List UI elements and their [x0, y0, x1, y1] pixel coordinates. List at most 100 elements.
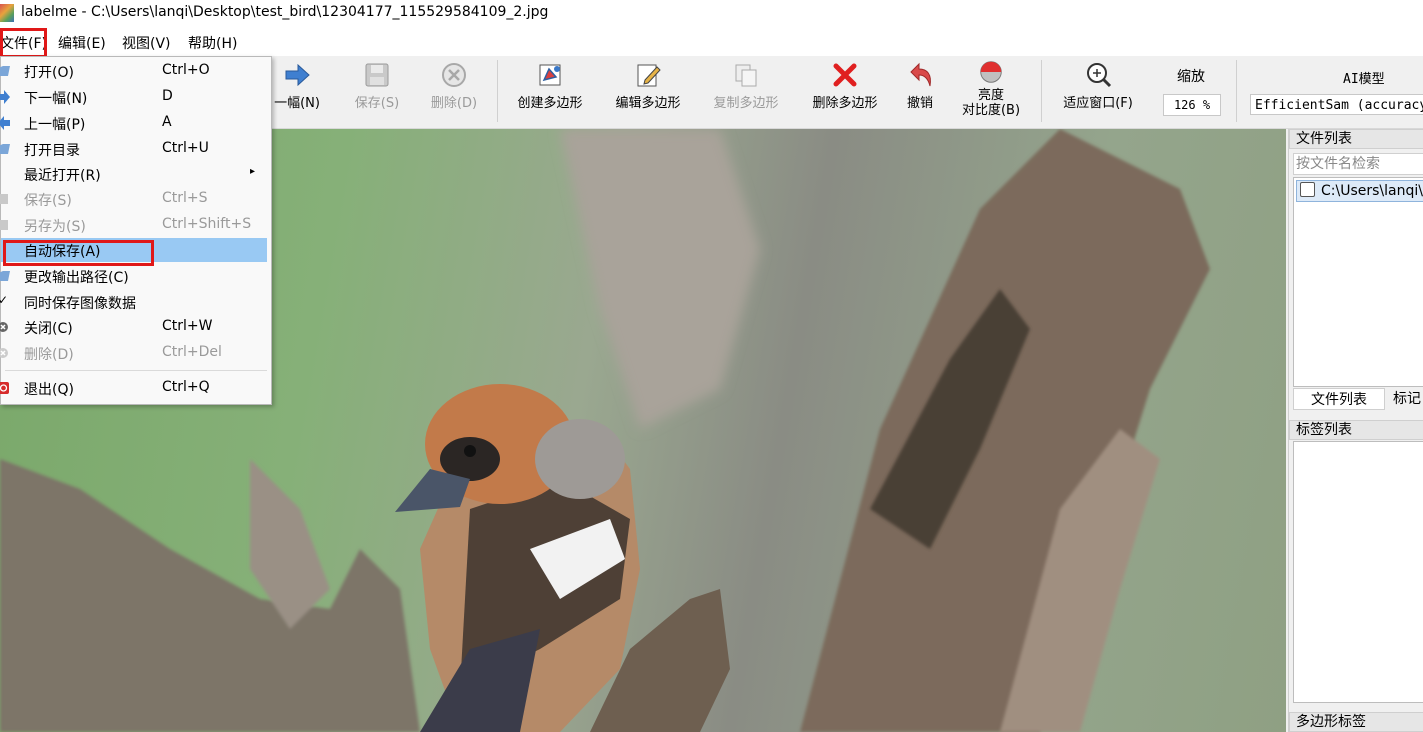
- menu-item-shortcut: Ctrl+Del: [162, 344, 222, 360]
- undo-label: 撤销: [906, 96, 933, 111]
- menu-item-label: 关闭(C): [24, 321, 73, 337]
- power-icon: [0, 382, 9, 394]
- toolbar-separator: [497, 60, 498, 122]
- zoom-fit-icon: [1087, 63, 1112, 88]
- fit-window-label: 适应窗口(F): [1063, 96, 1133, 111]
- menu-separator: [5, 370, 267, 371]
- copy-polygon-label: 复制多边形: [713, 96, 779, 111]
- save-button[interactable]: 保存(S): [347, 60, 407, 111]
- arrow-right-icon: [285, 63, 310, 87]
- menu-item-label: 删除(D): [24, 347, 74, 363]
- delete-circle-icon: [0, 348, 8, 358]
- menu-item-change-output[interactable]: 更改输出路径(C): [0, 264, 267, 288]
- right-dock-panel: 文件列表 按文件名检索 C:\Users\lanqi\ 文件列表 标记 标签列表…: [1288, 129, 1423, 732]
- menu-item-close[interactable]: 关闭(C) Ctrl+W: [0, 315, 267, 339]
- tab-file-list[interactable]: 文件列表: [1293, 388, 1385, 410]
- menu-item-label: 上一幅(P): [24, 117, 86, 133]
- toolbar-separator: [1236, 60, 1237, 122]
- copy-icon: [735, 64, 757, 87]
- open-dir-icon: [0, 144, 10, 154]
- zoom-input[interactable]: 126 %: [1163, 94, 1221, 116]
- edit-polygon-label: 编辑多边形: [615, 96, 681, 111]
- menu-item-next[interactable]: 下一幅(N) D: [0, 85, 267, 109]
- brightness-label: 亮度: [977, 88, 1004, 103]
- edit-polygon-button[interactable]: 编辑多边形: [608, 60, 688, 111]
- menu-item-recent[interactable]: 最近打开(R) ▸: [1, 162, 267, 186]
- brightness-contrast-button[interactable]: 亮度 对比度(B): [955, 58, 1027, 118]
- arrow-right-icon: [0, 90, 10, 104]
- fit-window-button[interactable]: 适应窗口(F): [1053, 60, 1143, 111]
- menu-item-label: 保存(S): [24, 193, 72, 209]
- label-list: [1293, 441, 1423, 703]
- undo-button[interactable]: 撤销: [900, 60, 940, 111]
- menu-item-shortcut: Ctrl+S: [162, 190, 208, 206]
- label-list-title: 标签列表: [1289, 420, 1423, 440]
- arrow-left-icon: [0, 116, 10, 130]
- menu-item-label: 更改输出路径(C): [24, 270, 129, 286]
- menu-item-label: 打开目录: [24, 143, 80, 159]
- save-as-icon: [0, 220, 8, 230]
- menu-item-prev[interactable]: 上一幅(P) A: [0, 111, 267, 135]
- menu-item-shortcut: Ctrl+Shift+S: [162, 216, 252, 232]
- menu-item-shortcut: Ctrl+Q: [162, 379, 210, 395]
- menu-item-shortcut: Ctrl+W: [162, 318, 213, 334]
- delete-polygon-button[interactable]: 删除多边形: [805, 60, 885, 111]
- delete-file-label: 删除(D): [430, 96, 478, 111]
- brightness-icon: [980, 61, 1002, 83]
- undo-arrow-icon: [910, 62, 931, 87]
- menu-item-shortcut: A: [162, 114, 172, 130]
- menu-item-label: 另存为(S): [24, 219, 86, 235]
- delete-file-button[interactable]: 删除(D): [424, 60, 484, 111]
- menu-bar: 文件(F) 编辑(E) 视图(V) 帮助(H): [0, 28, 1423, 56]
- menu-item-delete[interactable]: 删除(D) Ctrl+Del: [0, 341, 267, 365]
- menu-item-save-as[interactable]: 另存为(S) Ctrl+Shift+S: [0, 213, 267, 237]
- menu-item-open[interactable]: 打开(O) Ctrl+O: [0, 59, 267, 83]
- menu-item-label: 退出(Q): [24, 382, 74, 398]
- create-polygon-icon: [539, 64, 561, 86]
- copy-polygon-button[interactable]: 复制多边形: [706, 60, 786, 111]
- menu-item-shortcut: D: [162, 88, 173, 104]
- next-image-label: 一幅(N): [274, 96, 320, 111]
- file-path: C:\Users\lanqi\: [1321, 183, 1423, 199]
- close-circle-icon: [0, 322, 8, 332]
- file-list-item[interactable]: C:\Users\lanqi\: [1296, 180, 1423, 202]
- delete-circle-icon: [442, 63, 466, 87]
- floppy-disk-icon: [0, 194, 8, 204]
- menu-item-save[interactable]: 保存(S) Ctrl+S: [0, 187, 267, 211]
- ai-model-label: AI模型: [1343, 72, 1385, 87]
- menu-item-label: 最近打开(R): [24, 168, 101, 184]
- menu-item-label: 同时保存图像数据: [24, 296, 136, 312]
- menu-item-shortcut: Ctrl+O: [162, 62, 210, 78]
- file-dropdown-menu: 打开(O) Ctrl+O 下一幅(N) D 上一幅(P) A 打开目录 Ctrl…: [0, 56, 272, 405]
- menu-item-open-dir[interactable]: 打开目录 Ctrl+U: [0, 137, 267, 161]
- dock-tabs: 文件列表 标记: [1293, 388, 1423, 410]
- menu-item-label: 打开(O): [24, 65, 74, 81]
- save-label: 保存(S): [354, 96, 400, 111]
- ai-model-select[interactable]: EfficientSam (accuracy): [1250, 94, 1423, 115]
- create-polygon-label: 创建多边形: [517, 96, 583, 111]
- menu-item-quit[interactable]: 退出(Q) Ctrl+Q: [0, 376, 267, 400]
- menu-item-label: 下一幅(N): [24, 91, 88, 107]
- file-list-title: 文件列表: [1289, 129, 1423, 149]
- menu-help[interactable]: 帮助(H): [188, 33, 237, 53]
- contrast-label: 对比度(B): [961, 103, 1021, 118]
- menu-item-save-image-data[interactable]: ✓ 同时保存图像数据: [0, 290, 267, 314]
- menu-item-shortcut: Ctrl+U: [162, 140, 209, 156]
- open-folder-icon: [0, 66, 10, 76]
- file-checkbox[interactable]: [1300, 182, 1315, 197]
- file-search-input[interactable]: 按文件名检索: [1293, 153, 1423, 175]
- menu-edit[interactable]: 编辑(E): [58, 33, 106, 53]
- tab-labels[interactable]: 标记: [1387, 388, 1423, 410]
- polygon-labels-title: 多边形标签: [1289, 712, 1423, 732]
- toolbar-separator: [1041, 60, 1042, 122]
- labelme-app-icon: [0, 4, 14, 22]
- floppy-disk-icon: [365, 63, 389, 87]
- zoom-label: 缩放: [1177, 69, 1205, 85]
- create-polygon-button[interactable]: 创建多边形: [510, 60, 590, 111]
- window-title: labelme - C:\Users\lanqi\Desktop\test_bi…: [21, 4, 549, 20]
- menu-view[interactable]: 视图(V): [122, 33, 171, 53]
- submenu-arrow-icon: ▸: [250, 166, 256, 177]
- delete-polygon-label: 删除多边形: [812, 96, 878, 111]
- next-image-button[interactable]: 一幅(N): [262, 60, 332, 111]
- checkmark-icon: ✓: [0, 293, 9, 307]
